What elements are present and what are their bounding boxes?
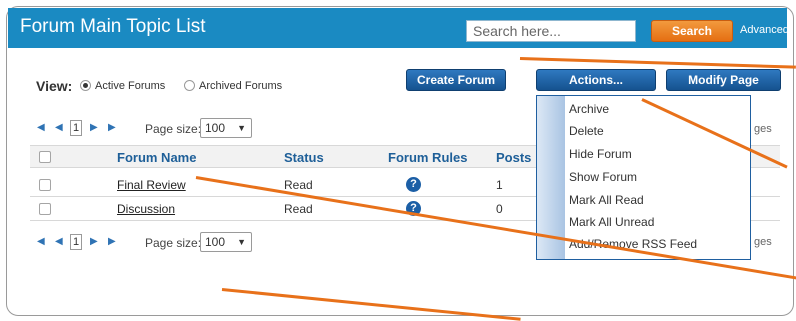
search-button[interactable]: Search <box>651 20 733 42</box>
prev-page-icon[interactable]: ◀ <box>55 122 63 134</box>
page-size-label: Page size: <box>145 122 202 136</box>
menu-item-delete[interactable]: Delete <box>569 124 604 138</box>
search-input[interactable] <box>466 20 636 42</box>
column-forum-rules[interactable]: Forum Rules <box>388 150 467 165</box>
next-page-icon[interactable]: ▶ <box>90 122 98 134</box>
advanced-search-link[interactable]: Advanced <box>740 24 789 36</box>
page-size-select[interactable]: 100 ▼ <box>200 118 252 138</box>
pages-summary-text: ges <box>754 123 772 135</box>
forum-name-link[interactable]: Discussion <box>117 202 175 216</box>
modify-page-button[interactable]: Modify Page <box>666 69 781 91</box>
row-checkbox[interactable] <box>39 179 51 191</box>
radio-label-active[interactable]: Active Forums <box>95 80 165 92</box>
page-size-label: Page size: <box>145 236 202 250</box>
forum-status: Read <box>284 202 313 216</box>
radio-label-archived[interactable]: Archived Forums <box>199 80 282 92</box>
view-label: View: <box>36 78 73 94</box>
app-header: Forum Main Topic List Search Advanced <box>8 8 789 48</box>
page-size-value: 100 <box>205 121 226 135</box>
last-page-icon[interactable]: ▶ <box>108 236 116 248</box>
first-page-icon[interactable]: ◀ <box>37 122 45 134</box>
forum-name-link[interactable]: Final Review <box>117 178 186 192</box>
forum-posts: 1 <box>496 178 503 192</box>
menu-item-mark-all-read[interactable]: Mark All Read <box>569 193 644 207</box>
pages-summary-text: ges <box>754 236 772 248</box>
last-page-icon[interactable]: ▶ <box>108 122 116 134</box>
radio-archived-forums[interactable] <box>184 80 195 91</box>
first-page-icon[interactable]: ◀ <box>37 236 45 248</box>
row-checkbox[interactable] <box>39 203 51 215</box>
radio-active-forums[interactable] <box>80 80 91 91</box>
menu-item-mark-all-unread[interactable]: Mark All Unread <box>569 215 654 229</box>
menu-item-hide-forum[interactable]: Hide Forum <box>569 147 632 161</box>
column-forum-name[interactable]: Forum Name <box>117 150 196 165</box>
create-forum-button[interactable]: Create Forum <box>406 69 506 91</box>
actions-dropdown-menu: Archive Delete Hide Forum Show Forum Mar… <box>536 95 751 260</box>
menu-item-archive[interactable]: Archive <box>569 102 609 116</box>
menu-item-show-forum[interactable]: Show Forum <box>569 170 637 184</box>
page-number[interactable]: 1 <box>70 234 82 250</box>
page-size-value: 100 <box>205 235 226 249</box>
next-page-icon[interactable]: ▶ <box>90 236 98 248</box>
actions-button[interactable]: Actions... <box>536 69 656 91</box>
page-size-select[interactable]: 100 ▼ <box>200 232 252 252</box>
page-title: Forum Main Topic List <box>20 16 206 37</box>
forum-posts: 0 <box>496 202 503 216</box>
page-number[interactable]: 1 <box>70 120 82 136</box>
chevron-down-icon: ▼ <box>237 237 246 247</box>
prev-page-icon[interactable]: ◀ <box>55 236 63 248</box>
forum-status: Read <box>284 178 313 192</box>
column-status[interactable]: Status <box>284 150 324 165</box>
chevron-down-icon: ▼ <box>237 123 246 133</box>
help-icon[interactable]: ? <box>406 177 421 192</box>
column-posts[interactable]: Posts <box>496 150 531 165</box>
select-all-checkbox[interactable] <box>39 151 51 163</box>
